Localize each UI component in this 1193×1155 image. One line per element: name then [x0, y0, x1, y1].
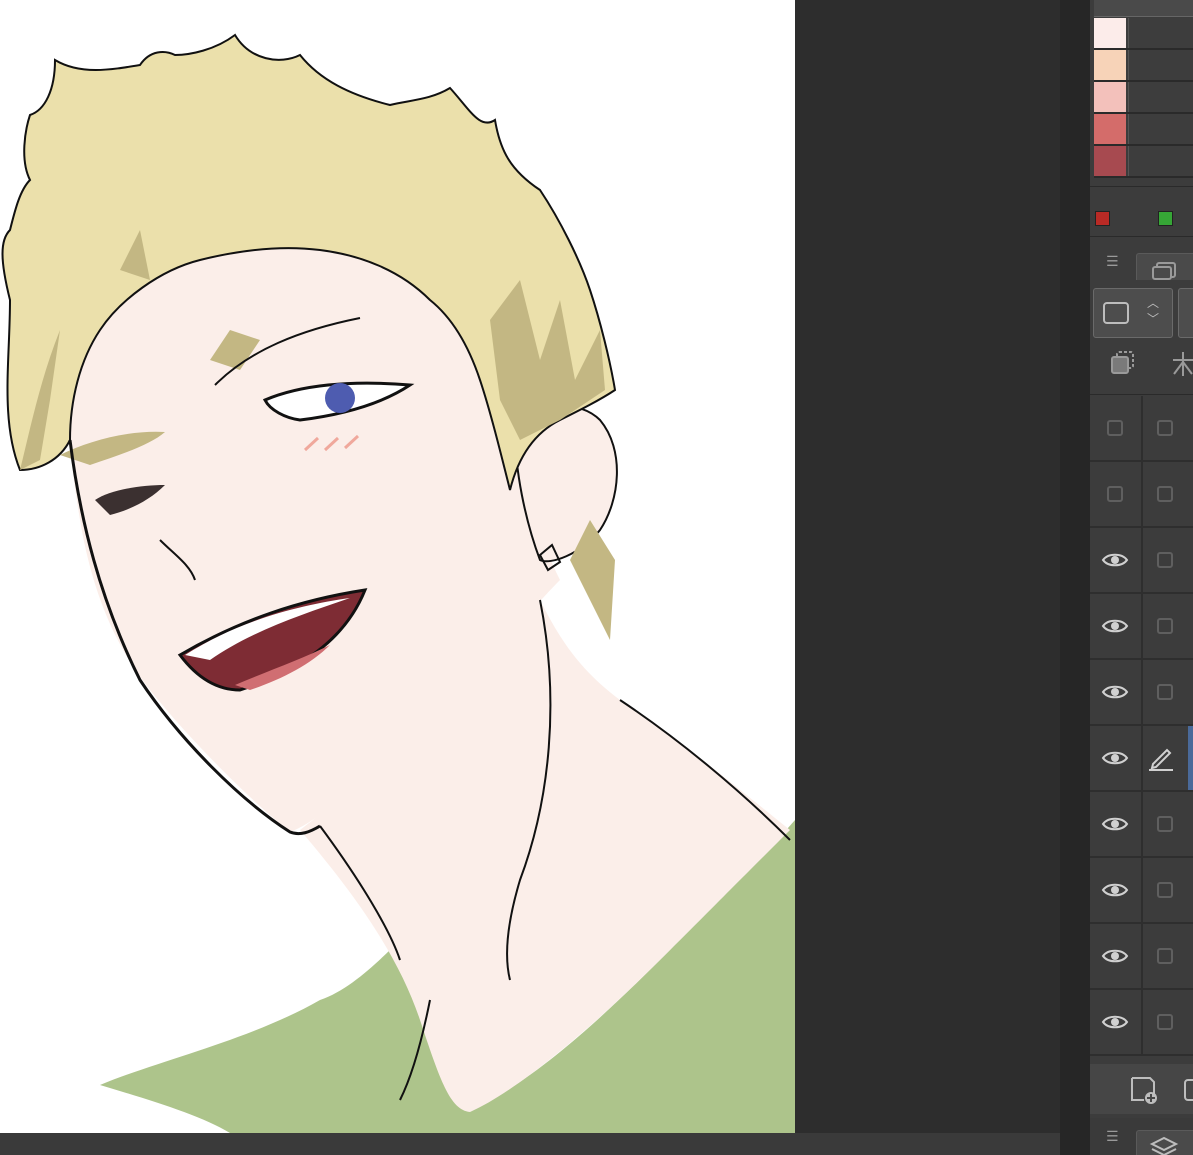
visibility-checkbox[interactable] [1107, 486, 1123, 502]
tab-layers[interactable] [1136, 253, 1193, 280]
reference-layer-icon[interactable] [1168, 348, 1193, 378]
workspace-background [795, 0, 1060, 1133]
divider [1090, 394, 1193, 395]
tab-layer-property[interactable] [1136, 1130, 1193, 1155]
color-set-header [1094, 0, 1193, 17]
eye-icon[interactable] [1101, 551, 1129, 569]
lock-checkbox[interactable] [1157, 552, 1173, 568]
eye-icon[interactable] [1101, 881, 1129, 899]
lock-checkbox[interactable] [1157, 420, 1173, 436]
color-swatch[interactable] [1094, 114, 1126, 144]
eye-icon[interactable] [1101, 683, 1129, 701]
layer-panel-tabs: ☰ [1090, 1118, 1193, 1155]
color-set-panel [1090, 0, 1193, 186]
lock-checkbox[interactable] [1157, 1014, 1173, 1030]
red-color-indicator[interactable] [1095, 211, 1110, 226]
swatch-empty-cell[interactable] [1128, 114, 1193, 144]
color-swatch[interactable] [1094, 18, 1126, 48]
color-swatch-row[interactable] [1094, 18, 1193, 50]
swatch-empty-cell[interactable] [1128, 146, 1193, 176]
eye-icon[interactable] [1101, 947, 1129, 965]
new-layer-icon[interactable] [1128, 1074, 1158, 1104]
folder-icon[interactable] [1182, 1074, 1193, 1104]
opacity-field[interactable] [1178, 288, 1193, 338]
eye-icon[interactable] [1101, 815, 1129, 833]
hamburger-menu-icon[interactable]: ☰ [1106, 1130, 1120, 1144]
color-swatch-row[interactable] [1094, 146, 1193, 178]
chevron-updown-icon: ︿ ﹀ [1146, 296, 1159, 326]
right-panel: ☰ ︿ ﹀ ☰ [1090, 0, 1193, 1155]
color-swatch[interactable] [1094, 50, 1126, 80]
eye-icon[interactable] [1101, 749, 1129, 767]
color-swatch-row[interactable] [1094, 50, 1193, 82]
lock-checkbox[interactable] [1157, 948, 1173, 964]
hamburger-menu-icon[interactable]: ☰ [1106, 255, 1120, 269]
layers-stack-icon [1149, 1136, 1179, 1155]
square-icon [1103, 302, 1129, 324]
swatch-empty-cell[interactable] [1128, 82, 1193, 112]
swatch-empty-cell[interactable] [1128, 50, 1193, 80]
lock-checkbox[interactable] [1157, 882, 1173, 898]
color-swatch[interactable] [1094, 146, 1126, 176]
eye-icon[interactable] [1101, 617, 1129, 635]
lock-checkbox[interactable] [1157, 684, 1173, 700]
layer-tab-icon [1152, 262, 1176, 280]
lock-checkbox[interactable] [1157, 816, 1173, 832]
clip-layer-icon[interactable] [1108, 348, 1138, 378]
panel-gutter [1060, 0, 1090, 1155]
color-swatch-row[interactable] [1094, 114, 1193, 146]
eye-icon[interactable] [1101, 1013, 1129, 1031]
right-iris [325, 383, 355, 413]
status-bar [0, 1133, 1060, 1155]
column-divider [1141, 396, 1143, 1056]
divider [1090, 236, 1193, 237]
blend-mode-select[interactable]: ︿ ﹀ [1093, 288, 1173, 338]
color-swatch-row[interactable] [1094, 82, 1193, 114]
green-color-indicator[interactable] [1158, 211, 1173, 226]
swatch-empty-cell[interactable] [1128, 18, 1193, 48]
pen-icon[interactable] [1147, 744, 1175, 772]
lock-checkbox[interactable] [1157, 486, 1173, 502]
drawing-canvas[interactable] [0, 0, 795, 1133]
color-swatch[interactable] [1094, 82, 1126, 112]
layer-panel-footer [1090, 1064, 1193, 1114]
visibility-checkbox[interactable] [1107, 420, 1123, 436]
divider [1090, 186, 1193, 187]
selected-layer-indicator [1188, 726, 1193, 790]
lock-checkbox[interactable] [1157, 618, 1173, 634]
artwork [1, 33, 795, 1133]
